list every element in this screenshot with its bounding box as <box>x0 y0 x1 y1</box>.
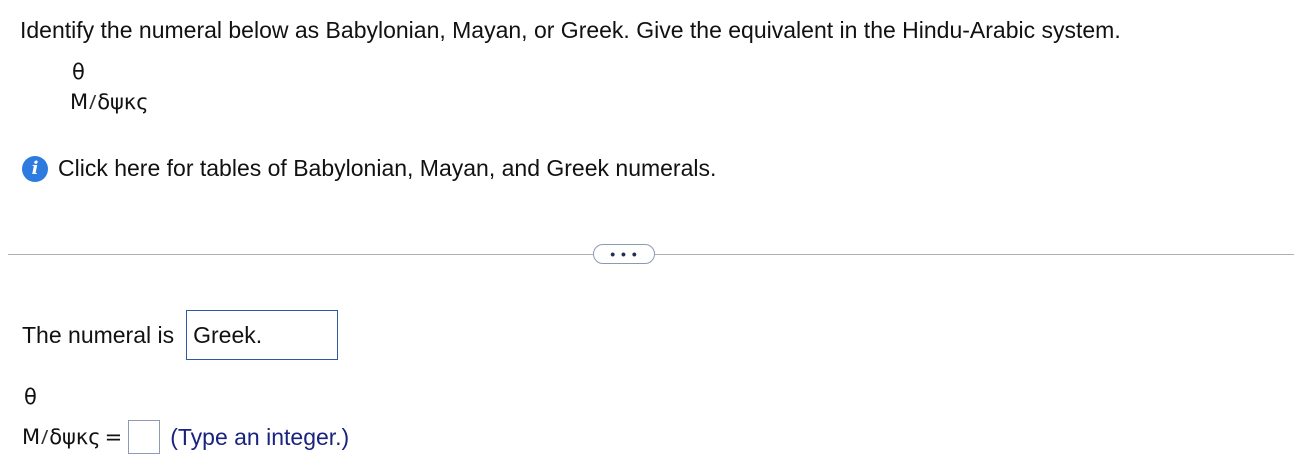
numeral-type-answer-box[interactable]: Greek. <box>186 310 339 360</box>
numeral-myriad-symbol: M <box>70 90 89 114</box>
numeral-separator: / <box>89 92 97 112</box>
equals-sign: = <box>104 424 123 449</box>
answer-row: The numeral is Greek. <box>22 310 339 360</box>
equation-numeral-myriad-coefficient: θ <box>24 385 37 409</box>
equation-numeral-letters: δψκς <box>49 424 101 449</box>
numeral-tables-link-text[interactable]: Click here for tables of Babylonian, May… <box>58 155 716 182</box>
equation-numeral-myriad-symbol: M <box>22 424 41 449</box>
equation-row: θ M / δψκς = (Type an integer.) <box>22 387 349 454</box>
integer-answer-input[interactable] <box>128 420 161 454</box>
numeral-letters: δψκς <box>97 90 149 114</box>
answer-label: The numeral is <box>22 321 175 348</box>
equation-numeral-separator: / <box>41 427 49 447</box>
question-text: Identify the numeral below as Babylonian… <box>20 17 1121 43</box>
info-icon[interactable]: i <box>22 155 48 182</box>
greek-numeral-display: θ M/δψκς <box>70 62 149 113</box>
numeral-tables-link[interactable]: i Click here for tables of Babylonian, M… <box>22 155 716 182</box>
equation-main-line: M / δψκς = (Type an integer.) <box>22 420 349 454</box>
more-options-button[interactable]: • • • <box>593 244 655 264</box>
numeral-myriad-coefficient: θ <box>72 60 85 84</box>
numeral-main-line: M/δψκς <box>70 92 149 113</box>
integer-hint-text: (Type an integer.) <box>170 423 350 450</box>
